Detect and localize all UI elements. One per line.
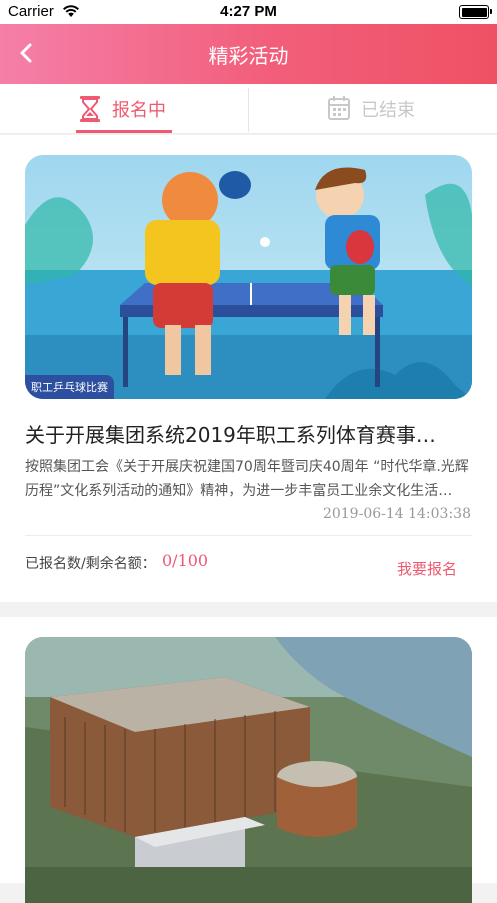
hourglass-icon [78, 95, 102, 127]
activity-date: 2019-06-14 14:03:38 [322, 506, 471, 522]
signup-button[interactable]: 我要报名 [397, 558, 457, 579]
nav-bar: 精彩活动 [0, 24, 497, 84]
tab-ended-label: 已结束 [361, 100, 415, 121]
activity-image: 职工乒乓球比赛 [25, 155, 472, 399]
tab-ended[interactable]: 已结束 [249, 84, 497, 134]
tab-registering[interactable]: 报名中 [0, 84, 248, 134]
clock: 4:27 PM [220, 3, 277, 20]
activity-card[interactable] [0, 617, 497, 903]
quota-label: 已报名数/剩余名额： [25, 556, 156, 572]
activity-card[interactable]: 职工乒乓球比赛 关于开展集团系统2019年职工系列体育赛事… 按照集团工会《关于… [0, 135, 497, 602]
card-divider [25, 535, 472, 536]
quota-value: 0/100 [162, 551, 209, 570]
status-bar: Carrier 4:27 PM [0, 0, 497, 24]
page-title: 精彩活动 [208, 44, 289, 68]
activity-image-tag: 职工乒乓球比赛 [25, 375, 114, 399]
activity-image [25, 637, 472, 903]
activity-title: 关于开展集团系统2019年职工系列体育赛事… [25, 423, 436, 447]
calendar-icon [327, 95, 351, 125]
tab-bar: 报名中 已结束 [0, 84, 497, 134]
tab-active-indicator [76, 130, 172, 133]
activity-description: 按照集团工会《关于开展庆祝建国70周年暨司庆40周年 “时代华章.光辉历程”文化… [25, 459, 469, 499]
tab-registering-label: 报名中 [112, 100, 166, 121]
battery-icon [459, 5, 492, 19]
